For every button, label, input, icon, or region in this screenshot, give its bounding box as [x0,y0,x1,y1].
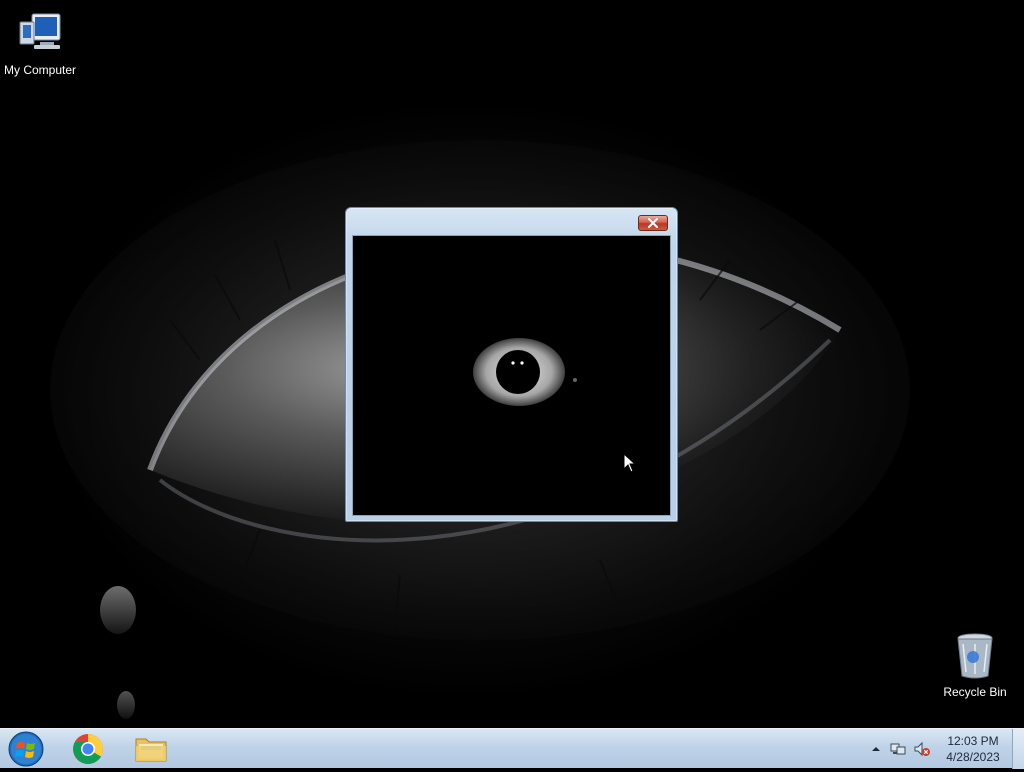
eye-image [473,338,577,406]
start-button[interactable] [6,730,46,768]
taskbar-chrome-button[interactable] [60,731,116,767]
window-close-button[interactable] [638,215,668,231]
mouse-cursor-icon [623,453,637,473]
show-hidden-icons-icon[interactable] [868,741,884,757]
windows-logo-icon [8,731,44,767]
show-desktop-button[interactable] [1012,729,1024,769]
clock-time: 12:03 PM [947,734,999,748]
desktop-icon-recycle-bin[interactable]: Recycle Bin [935,632,1015,699]
folder-icon [135,738,167,762]
desktop: My Computer Recycle Bin [0,0,1024,728]
taskbar: 12:03 PM 4/28/2023 [0,728,1024,769]
desktop-icon-label: Recycle Bin [943,685,1007,699]
app-window[interactable] [345,207,678,522]
recycle-bin-icon [957,633,993,679]
taskbar-explorer-button[interactable] [123,731,179,767]
computer-icon [19,13,61,49]
network-icon[interactable] [890,741,906,757]
desktop-icon-my-computer[interactable]: My Computer [0,10,80,77]
desktop-icon-label: My Computer [3,63,77,77]
volume-muted-icon[interactable] [914,741,930,757]
taskbar-clock[interactable]: 12:03 PM 4/28/2023 [940,733,1006,765]
clock-date: 4/28/2023 [946,750,1000,764]
window-content-area [352,235,671,516]
chrome-icon [73,734,104,764]
close-icon [648,218,658,228]
